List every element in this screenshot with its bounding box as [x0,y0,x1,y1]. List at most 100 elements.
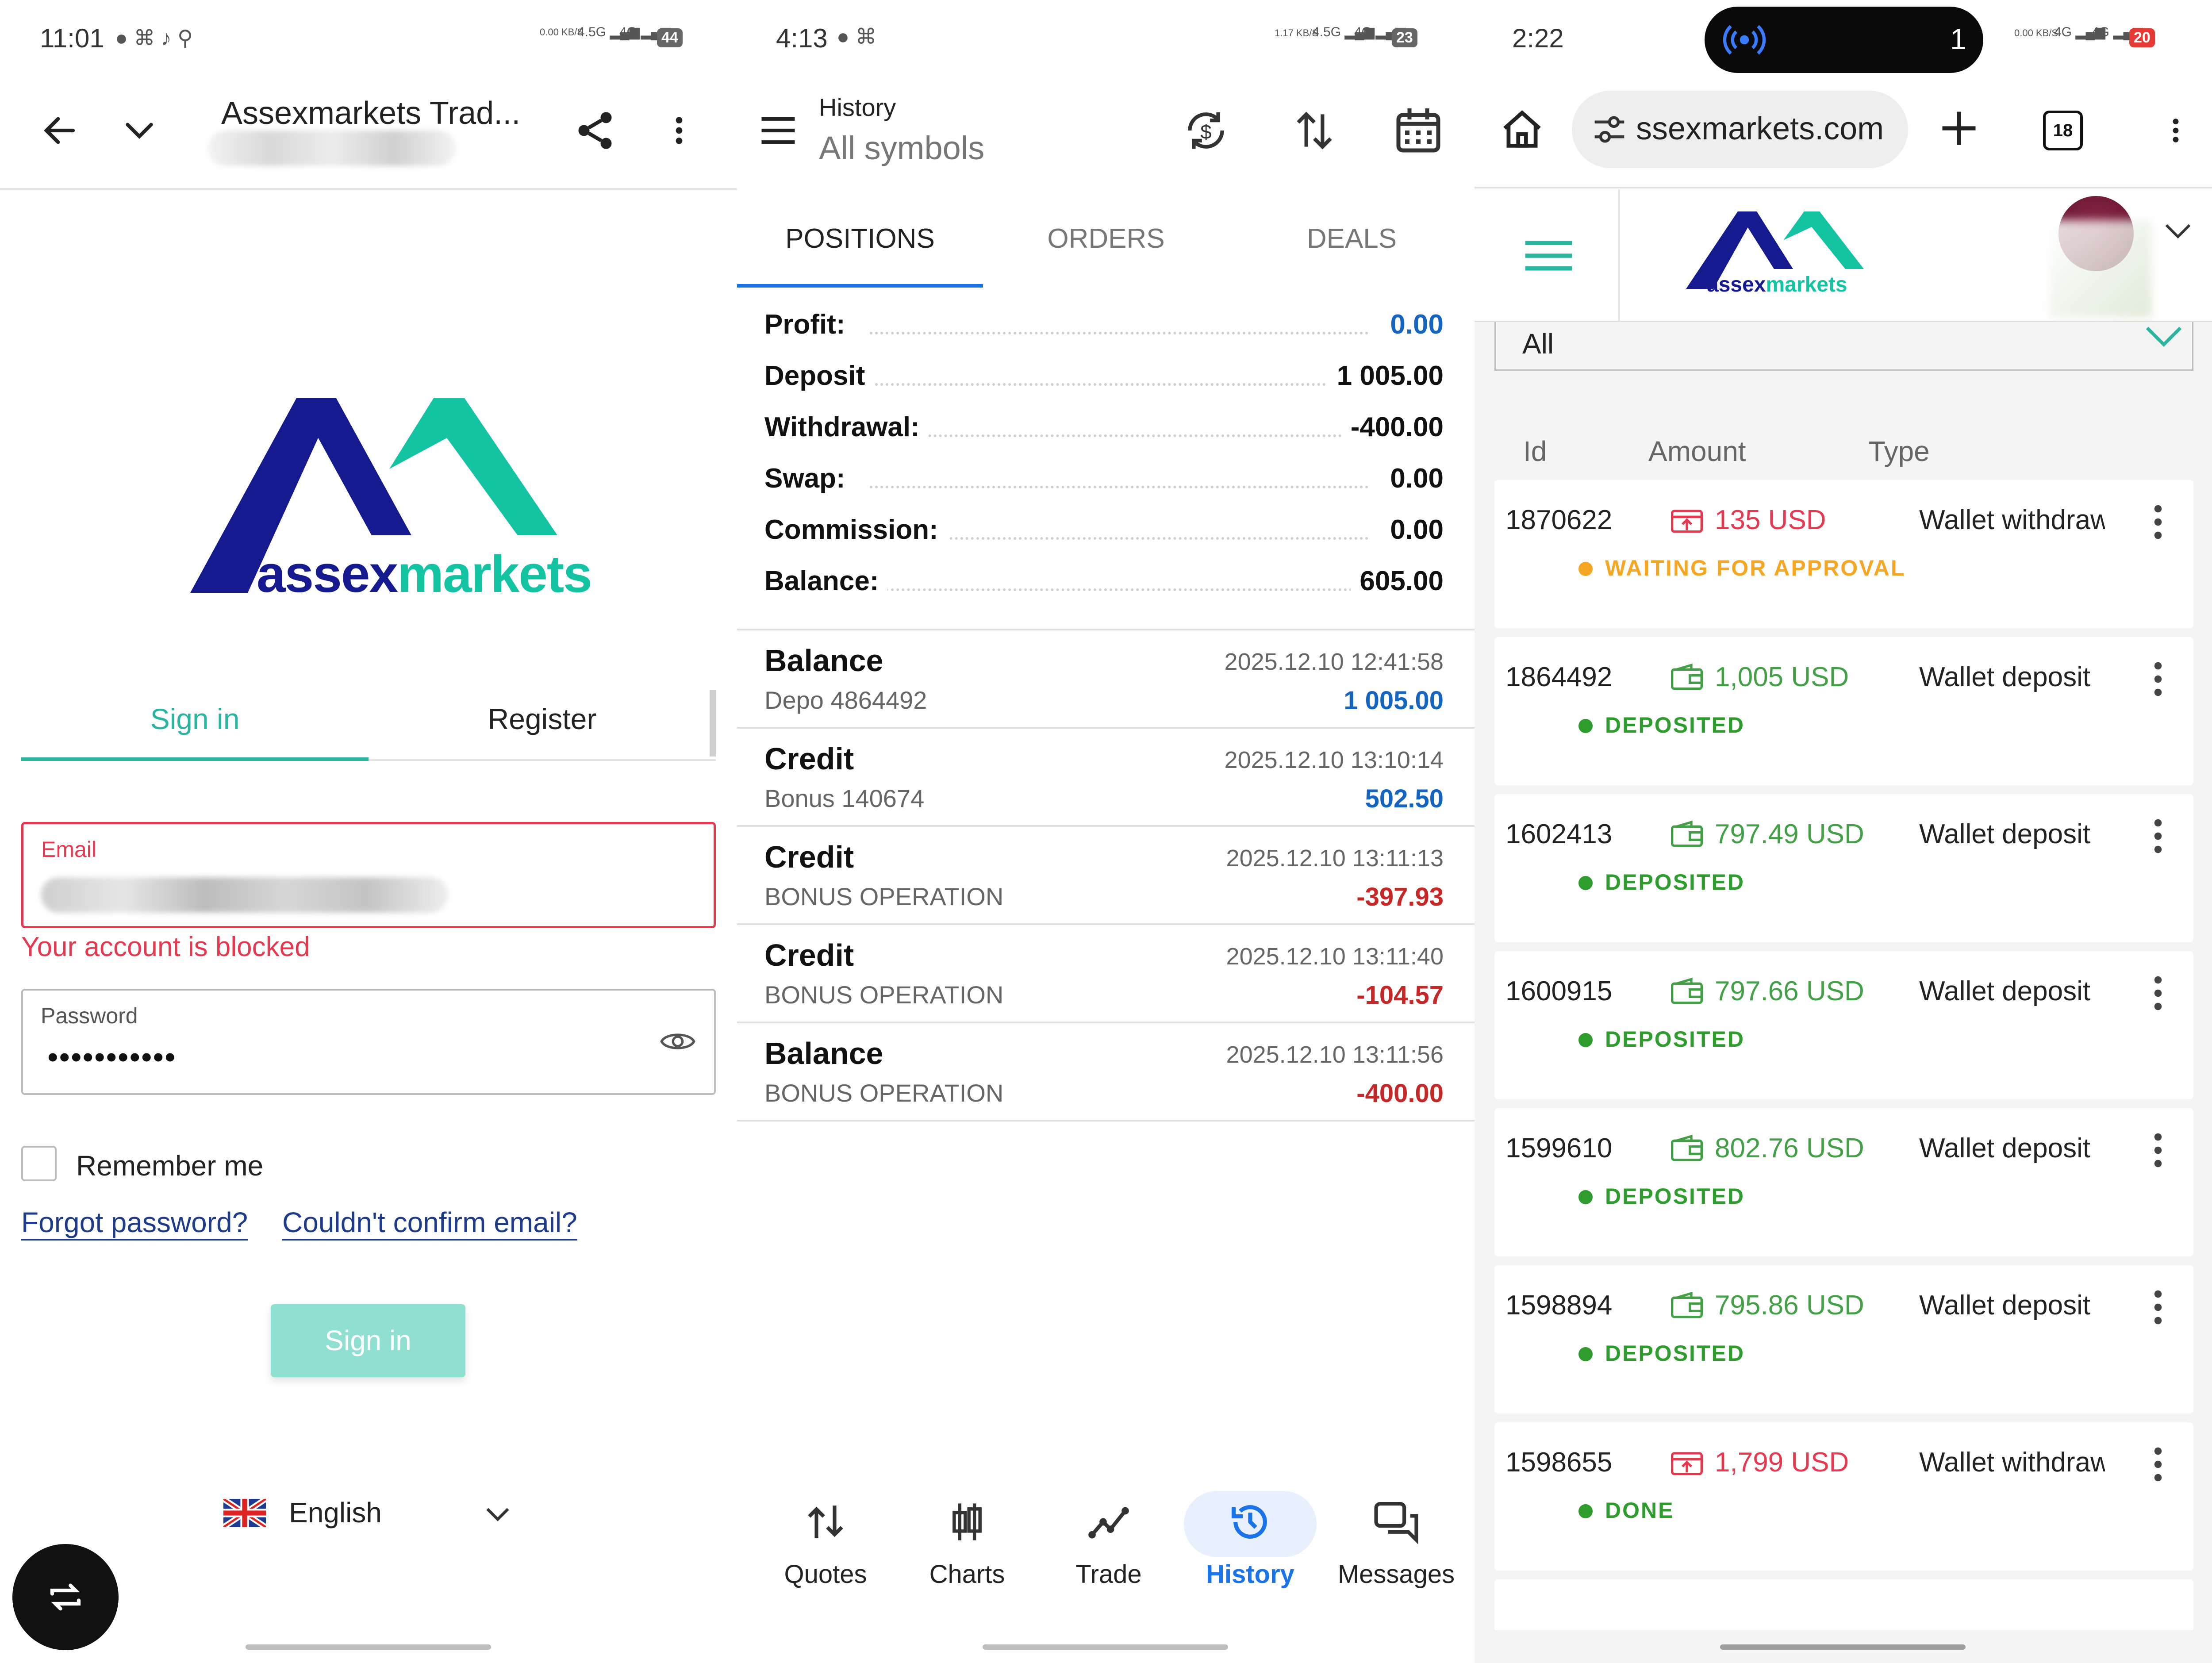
battery-icon: 44 [657,28,683,47]
nav-charts[interactable]: Charts [914,1486,1020,1602]
transaction-card[interactable]: 1870622 135 USD Wallet withdraw WAITING FOR… [1494,480,2193,628]
transaction-id: 1598894 [1505,1290,1612,1321]
column-amount[interactable]: Amount [1648,435,1746,468]
transaction-type: Wallet deposit [1919,1290,2091,1321]
status-badge: DONE [1605,1498,1674,1523]
nav-label: Trade [1075,1560,1142,1589]
chevron-down-icon[interactable] [2162,218,2193,242]
nav-trade[interactable]: Trade [1056,1486,1162,1602]
more-vert-icon[interactable] [2147,816,2169,856]
wallet-icon [1671,663,1703,690]
entry-amount: 1 005.00 [1344,686,1444,715]
uk-flag-icon [223,1499,266,1527]
nav-messages[interactable]: Messages [1330,1486,1463,1602]
hamburger-icon[interactable] [758,113,798,148]
confirm-email-link[interactable]: Couldn't confirm email? [282,1206,577,1241]
transaction-id: 1864492 [1505,662,1612,692]
withdraw-icon [1671,510,1703,533]
transaction-card-partial[interactable] [1494,1579,2193,1630]
more-vert-icon[interactable] [2147,502,2169,542]
new-tab-icon[interactable] [1937,106,1981,150]
language-selector[interactable]: English [223,1491,529,1535]
entry-amount: -400.00 [1356,1079,1444,1108]
tab-switcher[interactable]: 18 [2043,111,2083,150]
more-vert-icon[interactable] [661,111,697,150]
net-speed: 0.00 KB/S [2014,27,2058,39]
filter-select[interactable]: All [1494,322,2193,371]
history-row[interactable]: Balance Depo 4864492 2025.12.10 12:41:58 1 … [737,630,1475,729]
transaction-type: Wallet deposit [1919,976,2091,1006]
tab-orders[interactable]: ORDERS [983,201,1229,288]
tab-signin[interactable]: Sign in [21,690,369,761]
tab-deals[interactable]: DEALS [1229,201,1475,288]
login-screen: 11:01 ● ⌘ ♪ ⚲ 0.00 KB/S 4.5G ▂▄▆ 4G ▂▄▆ … [0,0,737,1663]
transaction-card[interactable]: 1598655 1,799 USD Wallet withdraw DONE [1494,1422,2193,1571]
entry-description: BONUS OPERATION [764,1079,1004,1107]
history-row[interactable]: Balance BONUS OPERATION 2025.12.10 13:11:5… [737,1023,1475,1121]
forgot-password-link[interactable]: Forgot password? [21,1206,248,1241]
entry-date: 2025.12.10 12:41:58 [1224,649,1444,675]
url-bar[interactable]: ssexmarkets.com [1572,91,1908,168]
status-bar: 4:13 ● ⌘ 1.17 KB/S 4.5G ▂▄▆ 4G ▂▄▆ 23 [737,0,1475,80]
status-dot [1578,1504,1593,1518]
email-field[interactable]: Email [21,822,716,928]
transaction-card[interactable]: 1602413 797.49 USD Wallet deposit DEPOSITED [1494,794,2193,942]
browser-toolbar: ssexmarkets.com 18 [1475,80,2212,188]
summary-value: 0.00 [1381,514,1444,545]
logo-text-b: markets [1766,273,1847,296]
hamburger-icon[interactable] [1523,238,1574,273]
transaction-card[interactable]: 1600915 797.66 USD Wallet deposit DEPOSITED [1494,951,2193,1099]
chevron-down-icon[interactable] [119,113,159,148]
password-field[interactable]: Password ••••••••••• [21,989,716,1095]
calendar-icon[interactable] [1392,104,1445,157]
email-label: Email [41,837,97,862]
table-header: Id Amount Type [1475,431,2212,476]
status-bar: 2:22 1 0.00 KB/S 4G ▂▄▆ 4G ▂▄▆ 20 [1475,0,2212,80]
home-indicator [246,1644,491,1650]
history-row[interactable]: Credit BONUS OPERATION 2025.12.10 13:11:13… [737,827,1475,925]
nav-history[interactable]: History [1197,1486,1303,1602]
net-speed-text: 0.00 KB/S [2014,27,2058,38]
share-icon[interactable] [573,108,617,153]
more-vert-icon[interactable] [2147,1444,2169,1484]
chevron-down-icon [2146,326,2182,347]
site-logo[interactable]: assexmarkets [1682,207,1864,309]
page-title: Assexmarkets Trad... [221,96,521,131]
site-header: assexmarkets [1475,189,2212,322]
transaction-card[interactable]: 1598894 795.86 USD Wallet deposit DEPOSITED [1494,1265,2193,1413]
arrow-back-icon[interactable] [40,111,80,150]
history-row[interactable]: Credit Bonus 140674 2025.12.10 13:10:14 502… [737,729,1475,827]
floating-action-button[interactable] [12,1544,119,1650]
transaction-type: Wallet withdraw [1919,1447,2105,1478]
transaction-card[interactable]: 1599610 802.76 USD Wallet deposit DEPOSITED [1494,1108,2193,1256]
more-vert-icon[interactable] [2147,1130,2169,1170]
summary-row: Withdrawal: -400.00 [737,403,1475,455]
more-vert-icon[interactable] [2147,973,2169,1013]
more-vert-icon[interactable] [2147,1287,2169,1327]
battery-icon: 23 [1392,28,1417,47]
signin-button[interactable]: Sign in [271,1304,465,1377]
column-type[interactable]: Type [1868,435,1930,468]
currency-exchange-icon[interactable]: $ [1182,106,1230,155]
tab-register[interactable]: Register [369,690,716,761]
column-id[interactable]: Id [1523,435,1547,468]
history-row[interactable]: Credit BONUS OPERATION 2025.12.10 13:11:40… [737,925,1475,1023]
battery-level: 20 [2129,28,2155,47]
call-pill[interactable]: 1 [1705,7,1983,73]
header-subtitle[interactable]: All symbols [819,129,984,167]
email-error: Your account is blocked [21,932,310,962]
sort-icon[interactable] [1290,106,1339,155]
remember-checkbox[interactable] [21,1146,57,1181]
status-badge: DEPOSITED [1605,713,1745,737]
more-vert-icon[interactable] [2160,111,2191,150]
summary-row: Profit: 0.00 [737,301,1475,352]
logo-text-a: assex [1707,273,1766,296]
tab-positions[interactable]: POSITIONS [737,201,983,288]
home-icon[interactable] [1499,106,1545,150]
eye-icon[interactable] [660,1026,695,1057]
nav-quotes[interactable]: Quotes [772,1486,879,1602]
transaction-card[interactable]: 1864492 1,005 USD Wallet deposit DEPOSITED [1494,637,2193,785]
tab-scroll-edge [710,690,716,757]
site-settings-icon[interactable] [1592,113,1627,146]
more-vert-icon[interactable] [2147,659,2169,699]
